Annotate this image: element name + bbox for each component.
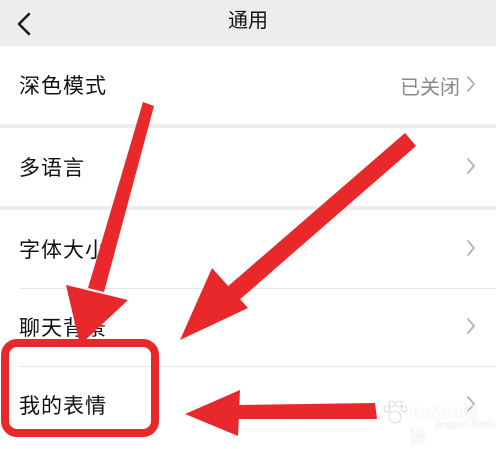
paw-logo-icon	[383, 400, 408, 424]
row-label: 我的表情	[19, 394, 107, 418]
chevron-right-icon	[467, 158, 475, 174]
chevron-right-icon	[467, 76, 475, 92]
settings-row-chat-background[interactable]: 聊天背景	[0, 288, 496, 366]
row-label: 聊天背景	[19, 316, 107, 340]
row-label: 多语言	[19, 156, 85, 180]
navigation-bar: 通用	[0, 0, 496, 50]
settings-group-language: 多语言	[0, 128, 496, 206]
row-label: 字体大小	[19, 238, 107, 262]
page-title: 通用	[228, 8, 268, 32]
watermark-subtext: jingyan.baidu.com	[436, 420, 496, 430]
settings-row-dark-mode[interactable]: 深色模式 已关闭	[0, 46, 496, 124]
settings-row-language[interactable]: 多语言	[0, 128, 496, 206]
watermark: Baidu经验 jingyan.baidu.com	[380, 396, 496, 446]
settings-row-font-size[interactable]: 字体大小	[0, 210, 496, 288]
chevron-right-icon	[467, 240, 475, 256]
settings-group-display: 深色模式 已关闭	[0, 46, 496, 124]
row-value: 已关闭	[400, 74, 460, 99]
row-label: 深色模式	[19, 74, 107, 98]
chevron-right-icon	[467, 318, 475, 334]
